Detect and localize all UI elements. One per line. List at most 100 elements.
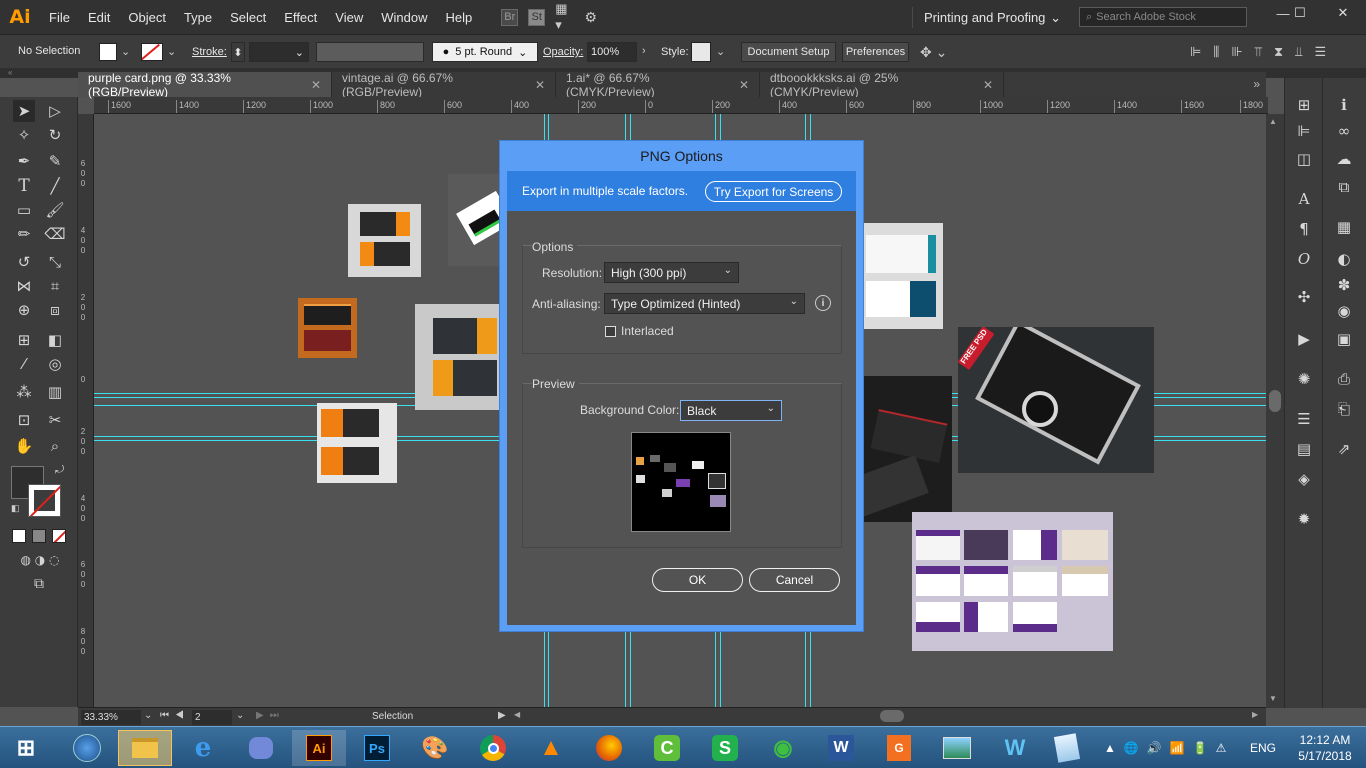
photo-viewer-icon[interactable] bbox=[930, 730, 984, 766]
tab-stops-panel-icon[interactable]: ☰ bbox=[1291, 408, 1317, 430]
menu-type[interactable]: Type bbox=[175, 10, 221, 25]
type-tool-icon[interactable]: T bbox=[13, 175, 35, 197]
tab-overflow-icon[interactable]: » bbox=[1004, 72, 1266, 97]
lasso-tool-icon[interactable]: ↻ bbox=[44, 124, 66, 146]
rectangle-tool-icon[interactable]: ▭ bbox=[13, 199, 35, 221]
eraser-tool-icon[interactable]: ⌫ bbox=[44, 223, 66, 245]
workspace-switcher[interactable]: Printing and Proofing ⌄ bbox=[912, 7, 1067, 28]
gradient-mode-icon[interactable] bbox=[32, 529, 46, 543]
close-icon[interactable]: ✕ bbox=[983, 78, 993, 92]
vertical-scrollbar[interactable]: ▲ ▼ bbox=[1266, 114, 1284, 708]
discord-icon[interactable] bbox=[234, 730, 288, 766]
asset-export-panel-icon[interactable]: ⎙ bbox=[1331, 368, 1357, 390]
appearance-panel-icon[interactable]: ✹ bbox=[1291, 508, 1317, 530]
width-tool-icon[interactable]: ⋈ bbox=[13, 275, 35, 297]
word-icon[interactable]: W bbox=[814, 730, 868, 766]
search-stock-field[interactable]: ⌕ Search Adobe Stock bbox=[1079, 7, 1247, 27]
business-card-artwork[interactable] bbox=[864, 376, 952, 522]
gpu-performance-icon[interactable]: ⚙ bbox=[582, 9, 599, 26]
isolation-mode-icon[interactable]: ✥ ⌄ bbox=[920, 44, 947, 61]
brush-definition[interactable]: ● 5 pt. Round ⌄ bbox=[432, 42, 538, 62]
resolution-select[interactable]: High (300 ppi) ⌄ bbox=[604, 262, 739, 283]
tab-1-ai[interactable]: 1.ai* @ 66.67% (CMYK/Preview) ✕ bbox=[556, 71, 760, 99]
menu-window[interactable]: Window bbox=[372, 10, 436, 25]
menu-object[interactable]: Object bbox=[119, 10, 175, 25]
stroke-label[interactable]: Stroke: bbox=[192, 46, 227, 58]
internet-explorer-icon[interactable]: e bbox=[176, 730, 230, 766]
opentype-panel-icon[interactable]: O bbox=[1291, 248, 1317, 270]
sheets-icon[interactable]: S bbox=[698, 730, 752, 766]
free-transform-tool-icon[interactable]: ⌗ bbox=[44, 275, 66, 297]
variable-width-profile[interactable] bbox=[316, 42, 424, 62]
close-icon[interactable]: ✕ bbox=[535, 78, 545, 92]
drawing-modes-icon[interactable]: ◍ ◑ ◌ bbox=[10, 549, 70, 571]
none-mode-icon[interactable] bbox=[52, 529, 66, 543]
direct-selection-tool-icon[interactable]: ▷ bbox=[44, 100, 66, 122]
document-info-panel-icon[interactable]: ✺ bbox=[1291, 368, 1317, 390]
brochure-grid-artwork[interactable] bbox=[912, 512, 1113, 651]
photoshop-taskbar-icon[interactable]: Ps bbox=[350, 730, 404, 766]
chevron-down-icon[interactable]: ⌄ bbox=[716, 45, 725, 58]
vlc-icon[interactable]: ▲ bbox=[524, 730, 578, 766]
swatches-panel-icon[interactable]: ▦ bbox=[1331, 216, 1357, 238]
swap-colors-icon[interactable]: ⤾ bbox=[55, 464, 64, 477]
default-colors-icon[interactable]: ◧ bbox=[11, 503, 20, 514]
line-tool-icon[interactable]: ╱ bbox=[44, 175, 66, 197]
mesh-tool-icon[interactable]: ⊞ bbox=[13, 329, 35, 351]
interlaced-label[interactable]: Interlaced bbox=[621, 324, 674, 338]
menu-edit[interactable]: Edit bbox=[79, 10, 119, 25]
menu-view[interactable]: View bbox=[326, 10, 372, 25]
artboards-panel-icon[interactable]: ⧉ bbox=[1331, 176, 1357, 198]
business-card-artwork[interactable] bbox=[864, 223, 943, 329]
artboard-number[interactable]: 2 bbox=[192, 710, 232, 725]
menu-select[interactable]: Select bbox=[221, 10, 275, 25]
camtasia-icon[interactable]: C bbox=[640, 730, 694, 766]
color-guide-panel-icon[interactable]: ◐ bbox=[1331, 248, 1357, 270]
slice-tool-icon[interactable]: ✂ bbox=[44, 409, 66, 431]
style-swatch[interactable] bbox=[691, 42, 711, 62]
illustrator-taskbar-icon[interactable]: Ai bbox=[292, 730, 346, 766]
gradient-tool-icon[interactable]: ◧ bbox=[44, 329, 66, 351]
color-mode-icon[interactable] bbox=[12, 529, 26, 543]
business-card-artwork[interactable] bbox=[415, 304, 501, 410]
info-panel-icon[interactable]: ℹ bbox=[1331, 94, 1357, 116]
magic-wand-tool-icon[interactable]: ✧ bbox=[13, 124, 35, 146]
align-panel-icon[interactable]: ⊫ bbox=[1291, 120, 1317, 142]
camera-mockup-artwork[interactable]: FREE PSD bbox=[958, 327, 1154, 473]
export-panel-icon[interactable]: ⇗ bbox=[1331, 438, 1357, 460]
maximize-button[interactable]: ☐ bbox=[1280, 0, 1320, 26]
document-setup-button[interactable]: Document Setup bbox=[741, 42, 836, 62]
horizontal-scrollbar[interactable]: ◀ ▶ bbox=[510, 708, 1266, 725]
tab-purple-card[interactable]: purple card.png @ 33.33% (RGB/Preview) ✕ bbox=[78, 71, 332, 99]
transparency-panel-icon[interactable]: ▣ bbox=[1331, 328, 1357, 350]
antialias-select[interactable]: Type Optimized (Hinted) ⌄ bbox=[604, 293, 805, 314]
background-color-select[interactable]: Black ⌄ bbox=[680, 400, 782, 421]
transform-panel-icon[interactable]: ⊞ bbox=[1291, 94, 1317, 116]
stroke-stepper[interactable]: ⬍ bbox=[231, 42, 245, 62]
try-export-for-screens-button[interactable]: Try Export for Screens bbox=[705, 181, 842, 202]
eyedropper-tool-icon[interactable]: ⁄ bbox=[13, 353, 35, 375]
artboard-first-prev-icons[interactable]: ⏮◀ bbox=[160, 710, 190, 721]
business-card-artwork[interactable] bbox=[317, 403, 397, 483]
system-tray-icons[interactable]: ▲🌐🔊📶🔋⚠ bbox=[1104, 741, 1234, 755]
file-explorer-icon[interactable] bbox=[118, 730, 172, 766]
firefox-icon[interactable] bbox=[582, 730, 636, 766]
symbols-panel-icon[interactable]: ✣ bbox=[1291, 286, 1317, 308]
cancel-button[interactable]: Cancel bbox=[749, 568, 840, 592]
chevron-right-icon[interactable]: › bbox=[642, 45, 646, 57]
opacity-label[interactable]: Opacity: bbox=[543, 46, 583, 58]
fill-swatch[interactable] bbox=[99, 43, 117, 61]
business-card-artwork[interactable] bbox=[348, 204, 421, 277]
column-graph-tool-icon[interactable]: ▥ bbox=[44, 381, 66, 403]
stroke-weight-field[interactable]: ⌄ bbox=[249, 42, 309, 62]
rotate-tool-icon[interactable]: ↺ bbox=[13, 251, 35, 273]
chevron-down-icon[interactable]: ⌄ bbox=[167, 45, 176, 58]
arrange-documents-icon[interactable]: ▦ ▾ bbox=[555, 1, 572, 32]
layers-panel-icon[interactable]: ◈ bbox=[1291, 468, 1317, 490]
idm-icon[interactable]: ◉ bbox=[756, 730, 810, 766]
bridge-icon[interactable]: Br bbox=[501, 8, 519, 26]
language-indicator[interactable]: ENG bbox=[1250, 741, 1276, 755]
links-panel-icon[interactable]: ∞ bbox=[1331, 120, 1357, 142]
zoom-level[interactable]: 33.33% bbox=[81, 710, 141, 725]
tab-dtboookkksks[interactable]: dtboookkksks.ai @ 25% (CMYK/Preview) ✕ bbox=[760, 71, 1004, 99]
